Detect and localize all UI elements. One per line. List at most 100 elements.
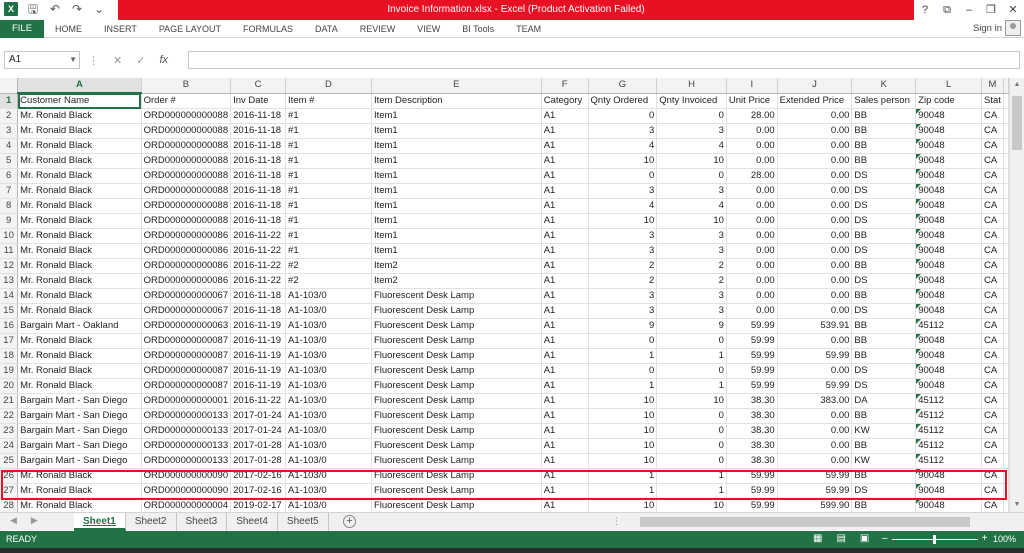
cell[interactable]: 2016-11-22 xyxy=(230,228,287,244)
cell[interactable]: A1-103/0 xyxy=(285,318,372,334)
cell[interactable]: 3 xyxy=(588,123,658,139)
cell[interactable] xyxy=(1003,423,1009,439)
cell[interactable] xyxy=(1003,138,1009,154)
cell[interactable]: 38.30 xyxy=(726,423,778,439)
cell[interactable]: 90048 xyxy=(915,288,983,304)
row-header[interactable]: 11 xyxy=(0,243,19,259)
cell[interactable]: 2017-01-24 xyxy=(230,408,287,424)
cell[interactable]: ORD000000000133 xyxy=(141,423,232,439)
cell[interactable]: A1 xyxy=(541,378,589,394)
cell[interactable]: 59.99 xyxy=(726,483,778,499)
cell[interactable]: Bargain Mart - San Diego xyxy=(17,423,142,439)
cell[interactable]: 2016-11-19 xyxy=(230,348,287,364)
cell[interactable]: DS xyxy=(851,483,917,499)
cell[interactable]: Mr. Ronald Black xyxy=(17,348,142,364)
cell[interactable]: Fluorescent Desk Lamp xyxy=(371,288,542,304)
cell[interactable]: #1 xyxy=(285,168,372,184)
cell[interactable]: 90048 xyxy=(915,348,983,364)
cell[interactable]: 90048 xyxy=(915,363,983,379)
cell[interactable]: 90048 xyxy=(915,498,983,512)
cell[interactable]: ORD000000000087 xyxy=(141,363,232,379)
tab-insert[interactable]: INSERT xyxy=(93,20,148,38)
cell[interactable]: Mr. Ronald Black xyxy=(17,498,142,512)
column-header-e[interactable]: E xyxy=(371,78,542,94)
cell[interactable]: Item1 xyxy=(371,228,542,244)
cell[interactable]: Mr. Ronald Black xyxy=(17,123,142,139)
cell[interactable]: 0.00 xyxy=(726,183,778,199)
cell[interactable]: 0.00 xyxy=(726,153,778,169)
customize-qat-icon[interactable]: ⌄ xyxy=(92,2,106,16)
cell[interactable]: 90048 xyxy=(915,468,983,484)
tab-file[interactable]: FILE xyxy=(0,20,44,38)
cell[interactable]: 59.99 xyxy=(777,378,853,394)
cell[interactable]: 2019-02-17 xyxy=(230,498,287,512)
cell[interactable]: DS xyxy=(851,303,917,319)
cell[interactable]: A1-103/0 xyxy=(285,453,372,469)
cell[interactable]: Bargain Mart - San Diego xyxy=(17,408,142,424)
cell[interactable]: 0.00 xyxy=(726,123,778,139)
cell[interactable]: CA xyxy=(981,438,1004,454)
cell[interactable]: CA xyxy=(981,228,1004,244)
column-title-cell[interactable]: Order # xyxy=(141,93,232,109)
cell[interactable]: 45112 xyxy=(915,423,983,439)
zoom-level[interactable]: 100% xyxy=(993,531,1016,547)
cell[interactable]: 2017-01-24 xyxy=(230,423,287,439)
redo-icon[interactable]: ↷ xyxy=(70,2,84,16)
cell[interactable]: 0 xyxy=(588,333,658,349)
row-header[interactable]: 22 xyxy=(0,408,19,424)
column-header-j[interactable]: J xyxy=(777,78,853,94)
tab-home[interactable]: HOME xyxy=(44,20,93,38)
cell[interactable]: Mr. Ronald Black xyxy=(17,483,142,499)
cell[interactable]: DS xyxy=(851,363,917,379)
cell[interactable]: 0.00 xyxy=(777,453,853,469)
cell[interactable]: Mr. Ronald Black xyxy=(17,108,142,124)
cell[interactable]: 0.00 xyxy=(726,243,778,259)
cell[interactable]: CA xyxy=(981,153,1004,169)
cell[interactable]: ORD000000000087 xyxy=(141,378,232,394)
sheet-tab-sheet5[interactable]: Sheet5 xyxy=(278,513,329,531)
cell[interactable]: 2 xyxy=(656,273,727,289)
cell[interactable]: 0 xyxy=(656,363,727,379)
cell[interactable]: 2017-01-28 xyxy=(230,453,287,469)
cell[interactable]: DS xyxy=(851,183,917,199)
cell[interactable]: A1 xyxy=(541,438,589,454)
cell[interactable]: 90048 xyxy=(915,258,983,274)
cell[interactable]: Item1 xyxy=(371,123,542,139)
cell[interactable]: A1 xyxy=(541,453,589,469)
cell[interactable]: 2016-11-18 xyxy=(230,183,287,199)
cell[interactable]: Bargain Mart - San Diego xyxy=(17,438,142,454)
cell[interactable]: CA xyxy=(981,423,1004,439)
cell[interactable]: 45112 xyxy=(915,453,983,469)
cell[interactable]: Mr. Ronald Black xyxy=(17,333,142,349)
cell[interactable]: 3 xyxy=(588,303,658,319)
cell[interactable]: 1 xyxy=(656,348,727,364)
row-header[interactable]: 24 xyxy=(0,438,19,454)
cell[interactable]: 0 xyxy=(588,168,658,184)
row-header[interactable]: 23 xyxy=(0,423,19,439)
cell[interactable]: #2 xyxy=(285,258,372,274)
row-header[interactable]: 26 xyxy=(0,468,19,484)
cell[interactable] xyxy=(1003,123,1009,139)
cell[interactable]: BB xyxy=(851,288,917,304)
tab-team[interactable]: TEAM xyxy=(505,20,552,38)
scroll-down-icon[interactable]: ▼ xyxy=(1010,498,1024,512)
cell[interactable]: CA xyxy=(981,363,1004,379)
cell[interactable]: 0.00 xyxy=(726,228,778,244)
cell[interactable]: 45112 xyxy=(915,393,983,409)
cancel-icon[interactable]: ✕ xyxy=(113,54,122,67)
cell[interactable]: 2 xyxy=(588,258,658,274)
cell[interactable]: 2016-11-22 xyxy=(230,273,287,289)
row-header[interactable]: 7 xyxy=(0,183,19,199)
cell[interactable]: Fluorescent Desk Lamp xyxy=(371,303,542,319)
cell[interactable]: Mr. Ronald Black xyxy=(17,288,142,304)
cell[interactable]: DA xyxy=(851,393,917,409)
cell[interactable]: 45112 xyxy=(915,438,983,454)
cell[interactable]: 0.00 xyxy=(777,273,853,289)
cell[interactable]: 59.99 xyxy=(726,498,778,512)
sheet-tab-sheet2[interactable]: Sheet2 xyxy=(126,513,177,531)
vertical-scroll-thumb[interactable] xyxy=(1012,96,1022,150)
cell[interactable]: ORD000000000063 xyxy=(141,318,232,334)
cell[interactable]: ORD000000000001 xyxy=(141,393,232,409)
row-header[interactable]: 4 xyxy=(0,138,19,154)
cell[interactable]: ORD000000000133 xyxy=(141,453,232,469)
